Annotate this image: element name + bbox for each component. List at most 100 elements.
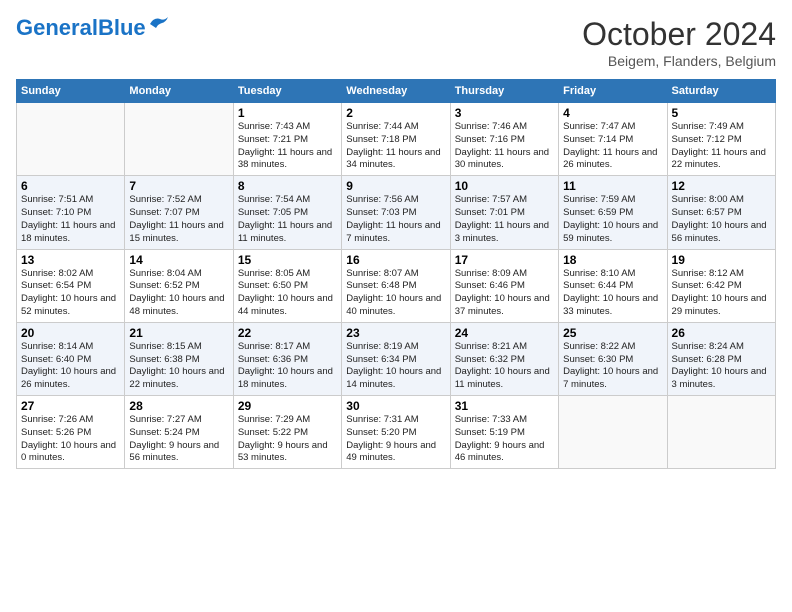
calendar-cell: 29Sunrise: 7:29 AM Sunset: 5:22 PM Dayli… bbox=[233, 396, 341, 469]
title-area: October 2024 Beigem, Flanders, Belgium bbox=[582, 16, 776, 69]
day-number: 8 bbox=[238, 179, 337, 193]
day-number: 14 bbox=[129, 253, 228, 267]
calendar-week-row: 13Sunrise: 8:02 AM Sunset: 6:54 PM Dayli… bbox=[17, 249, 776, 322]
day-number: 13 bbox=[21, 253, 120, 267]
day-number: 17 bbox=[455, 253, 554, 267]
day-info: Sunrise: 7:33 AM Sunset: 5:19 PM Dayligh… bbox=[455, 414, 554, 465]
calendar-cell: 11Sunrise: 7:59 AM Sunset: 6:59 PM Dayli… bbox=[559, 176, 667, 249]
day-number: 24 bbox=[455, 326, 554, 340]
day-number: 25 bbox=[563, 326, 662, 340]
calendar-cell: 18Sunrise: 8:10 AM Sunset: 6:44 PM Dayli… bbox=[559, 249, 667, 322]
day-info: Sunrise: 7:47 AM Sunset: 7:14 PM Dayligh… bbox=[563, 121, 662, 172]
calendar-week-row: 6Sunrise: 7:51 AM Sunset: 7:10 PM Daylig… bbox=[17, 176, 776, 249]
day-info: Sunrise: 8:07 AM Sunset: 6:48 PM Dayligh… bbox=[346, 268, 445, 319]
day-info: Sunrise: 7:59 AM Sunset: 6:59 PM Dayligh… bbox=[563, 194, 662, 245]
logo: GeneralBlue bbox=[16, 16, 170, 40]
day-header-sunday: Sunday bbox=[17, 80, 125, 103]
calendar-table: SundayMondayTuesdayWednesdayThursdayFrid… bbox=[16, 79, 776, 469]
day-info: Sunrise: 8:02 AM Sunset: 6:54 PM Dayligh… bbox=[21, 268, 120, 319]
calendar-cell: 28Sunrise: 7:27 AM Sunset: 5:24 PM Dayli… bbox=[125, 396, 233, 469]
day-info: Sunrise: 7:44 AM Sunset: 7:18 PM Dayligh… bbox=[346, 121, 445, 172]
calendar-cell: 26Sunrise: 8:24 AM Sunset: 6:28 PM Dayli… bbox=[667, 322, 775, 395]
day-number: 31 bbox=[455, 399, 554, 413]
calendar-week-row: 1Sunrise: 7:43 AM Sunset: 7:21 PM Daylig… bbox=[17, 103, 776, 176]
day-info: Sunrise: 7:49 AM Sunset: 7:12 PM Dayligh… bbox=[672, 121, 771, 172]
day-info: Sunrise: 7:26 AM Sunset: 5:26 PM Dayligh… bbox=[21, 414, 120, 465]
calendar-week-row: 20Sunrise: 8:14 AM Sunset: 6:40 PM Dayli… bbox=[17, 322, 776, 395]
day-number: 27 bbox=[21, 399, 120, 413]
calendar-cell: 25Sunrise: 8:22 AM Sunset: 6:30 PM Dayli… bbox=[559, 322, 667, 395]
day-number: 16 bbox=[346, 253, 445, 267]
calendar-cell: 1Sunrise: 7:43 AM Sunset: 7:21 PM Daylig… bbox=[233, 103, 341, 176]
calendar-cell: 9Sunrise: 7:56 AM Sunset: 7:03 PM Daylig… bbox=[342, 176, 450, 249]
day-header-monday: Monday bbox=[125, 80, 233, 103]
calendar-cell bbox=[667, 396, 775, 469]
calendar-cell: 13Sunrise: 8:02 AM Sunset: 6:54 PM Dayli… bbox=[17, 249, 125, 322]
day-info: Sunrise: 8:00 AM Sunset: 6:57 PM Dayligh… bbox=[672, 194, 771, 245]
day-number: 6 bbox=[21, 179, 120, 193]
calendar-cell: 23Sunrise: 8:19 AM Sunset: 6:34 PM Dayli… bbox=[342, 322, 450, 395]
calendar-cell: 14Sunrise: 8:04 AM Sunset: 6:52 PM Dayli… bbox=[125, 249, 233, 322]
day-number: 11 bbox=[563, 179, 662, 193]
day-number: 2 bbox=[346, 106, 445, 120]
calendar-cell: 4Sunrise: 7:47 AM Sunset: 7:14 PM Daylig… bbox=[559, 103, 667, 176]
day-header-saturday: Saturday bbox=[667, 80, 775, 103]
calendar-cell: 3Sunrise: 7:46 AM Sunset: 7:16 PM Daylig… bbox=[450, 103, 558, 176]
day-info: Sunrise: 8:21 AM Sunset: 6:32 PM Dayligh… bbox=[455, 341, 554, 392]
calendar-cell: 20Sunrise: 8:14 AM Sunset: 6:40 PM Dayli… bbox=[17, 322, 125, 395]
calendar-cell: 10Sunrise: 7:57 AM Sunset: 7:01 PM Dayli… bbox=[450, 176, 558, 249]
calendar-cell: 12Sunrise: 8:00 AM Sunset: 6:57 PM Dayli… bbox=[667, 176, 775, 249]
calendar-cell: 8Sunrise: 7:54 AM Sunset: 7:05 PM Daylig… bbox=[233, 176, 341, 249]
day-info: Sunrise: 7:46 AM Sunset: 7:16 PM Dayligh… bbox=[455, 121, 554, 172]
day-number: 18 bbox=[563, 253, 662, 267]
day-info: Sunrise: 7:43 AM Sunset: 7:21 PM Dayligh… bbox=[238, 121, 337, 172]
calendar-cell: 27Sunrise: 7:26 AM Sunset: 5:26 PM Dayli… bbox=[17, 396, 125, 469]
day-number: 21 bbox=[129, 326, 228, 340]
calendar-cell: 24Sunrise: 8:21 AM Sunset: 6:32 PM Dayli… bbox=[450, 322, 558, 395]
month-title: October 2024 bbox=[582, 16, 776, 53]
day-info: Sunrise: 8:05 AM Sunset: 6:50 PM Dayligh… bbox=[238, 268, 337, 319]
day-info: Sunrise: 7:57 AM Sunset: 7:01 PM Dayligh… bbox=[455, 194, 554, 245]
day-number: 10 bbox=[455, 179, 554, 193]
day-number: 9 bbox=[346, 179, 445, 193]
day-header-tuesday: Tuesday bbox=[233, 80, 341, 103]
day-info: Sunrise: 8:10 AM Sunset: 6:44 PM Dayligh… bbox=[563, 268, 662, 319]
logo-text: GeneralBlue bbox=[16, 16, 146, 40]
day-number: 30 bbox=[346, 399, 445, 413]
calendar-cell bbox=[125, 103, 233, 176]
day-number: 5 bbox=[672, 106, 771, 120]
day-number: 15 bbox=[238, 253, 337, 267]
day-info: Sunrise: 8:12 AM Sunset: 6:42 PM Dayligh… bbox=[672, 268, 771, 319]
calendar-cell: 2Sunrise: 7:44 AM Sunset: 7:18 PM Daylig… bbox=[342, 103, 450, 176]
calendar-cell: 7Sunrise: 7:52 AM Sunset: 7:07 PM Daylig… bbox=[125, 176, 233, 249]
day-number: 20 bbox=[21, 326, 120, 340]
calendar-cell bbox=[17, 103, 125, 176]
day-number: 7 bbox=[129, 179, 228, 193]
day-info: Sunrise: 8:09 AM Sunset: 6:46 PM Dayligh… bbox=[455, 268, 554, 319]
day-header-thursday: Thursday bbox=[450, 80, 558, 103]
day-number: 22 bbox=[238, 326, 337, 340]
day-info: Sunrise: 8:14 AM Sunset: 6:40 PM Dayligh… bbox=[21, 341, 120, 392]
day-number: 28 bbox=[129, 399, 228, 413]
calendar-cell bbox=[559, 396, 667, 469]
day-number: 4 bbox=[563, 106, 662, 120]
day-info: Sunrise: 8:24 AM Sunset: 6:28 PM Dayligh… bbox=[672, 341, 771, 392]
day-info: Sunrise: 7:51 AM Sunset: 7:10 PM Dayligh… bbox=[21, 194, 120, 245]
day-number: 12 bbox=[672, 179, 771, 193]
calendar-header-row: SundayMondayTuesdayWednesdayThursdayFrid… bbox=[17, 80, 776, 103]
page-header: GeneralBlue October 2024 Beigem, Flander… bbox=[16, 16, 776, 69]
day-info: Sunrise: 8:19 AM Sunset: 6:34 PM Dayligh… bbox=[346, 341, 445, 392]
calendar-cell: 31Sunrise: 7:33 AM Sunset: 5:19 PM Dayli… bbox=[450, 396, 558, 469]
calendar-week-row: 27Sunrise: 7:26 AM Sunset: 5:26 PM Dayli… bbox=[17, 396, 776, 469]
day-info: Sunrise: 8:17 AM Sunset: 6:36 PM Dayligh… bbox=[238, 341, 337, 392]
day-header-friday: Friday bbox=[559, 80, 667, 103]
day-info: Sunrise: 8:15 AM Sunset: 6:38 PM Dayligh… bbox=[129, 341, 228, 392]
day-number: 26 bbox=[672, 326, 771, 340]
calendar-cell: 17Sunrise: 8:09 AM Sunset: 6:46 PM Dayli… bbox=[450, 249, 558, 322]
calendar-cell: 30Sunrise: 7:31 AM Sunset: 5:20 PM Dayli… bbox=[342, 396, 450, 469]
day-info: Sunrise: 7:29 AM Sunset: 5:22 PM Dayligh… bbox=[238, 414, 337, 465]
day-info: Sunrise: 7:27 AM Sunset: 5:24 PM Dayligh… bbox=[129, 414, 228, 465]
day-number: 1 bbox=[238, 106, 337, 120]
location-subtitle: Beigem, Flanders, Belgium bbox=[582, 53, 776, 69]
day-number: 23 bbox=[346, 326, 445, 340]
